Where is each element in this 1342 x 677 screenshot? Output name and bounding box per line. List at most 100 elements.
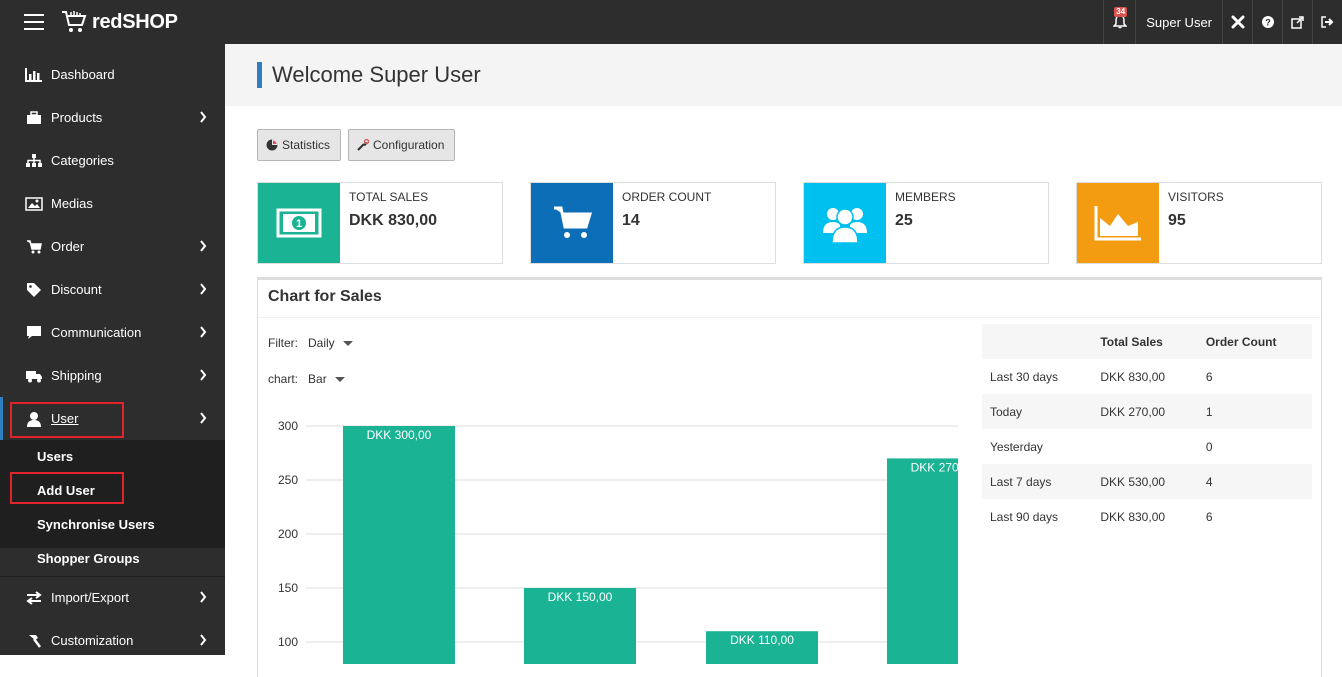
statistics-button[interactable]: Statistics [257,129,342,161]
configuration-button[interactable]: Configuration [348,129,456,161]
sidebar-item-discount[interactable]: Discount [0,268,225,311]
bar-data-label: DKK 150,00 [548,590,613,604]
tag-icon [24,282,44,298]
chart-type-select[interactable]: Bar [308,372,345,386]
stat-value: 95 [1168,212,1186,229]
table-cell: 0 [1205,439,1213,454]
table-header: Order Count [1197,324,1312,359]
stat-visitors: VISITORS 95 [1076,182,1322,264]
cart-icon [24,239,44,254]
joomla-icon [1231,15,1244,29]
sidebar-item-dashboard[interactable]: Dashboard [0,53,225,96]
filter-select[interactable]: Daily [308,336,353,350]
table-cell: 6 [1205,369,1213,384]
stat-label: TOTAL SALES [349,190,429,204]
external-link-button[interactable] [1282,0,1312,44]
joomla-button[interactable] [1222,0,1252,44]
sidebar-item-label: Import/Export [51,590,130,605]
pie-chart-icon [266,139,278,151]
chart-type-value: Bar [308,372,327,386]
sales-bar-chart: 300 250 200 150 100 DKK 300,00 DKK 150,00 DKK 1… [258,404,958,664]
sidebar-item-label: Shipping [51,368,102,383]
cart-logo-icon [62,11,87,32]
highlight-box [10,472,124,504]
comment-icon [24,325,44,340]
sidebar-item-shipping[interactable]: Shipping [0,354,225,397]
y-tick-label: 250 [278,473,298,487]
chart-bar[interactable] [887,458,958,664]
sidebar-item-label: Categories [51,153,114,168]
sidebar-item-communication[interactable]: Communication [0,311,225,354]
chevron-right-icon [200,111,207,123]
table-cell: Last 30 days [990,369,1059,384]
svg-text:?: ? [1265,18,1271,28]
sidebar-item-categories[interactable]: Categories [0,139,225,182]
table-cell: 4 [1197,464,1312,499]
table-header: Total Sales [1092,324,1198,359]
stat-label: VISITORS [1168,190,1224,204]
menu-toggle-icon[interactable] [24,14,44,30]
logout-button[interactable] [1312,0,1342,44]
page-title: Welcome Super User [257,62,481,88]
sidebar-item-medias[interactable]: Medias [0,182,225,225]
sales-chart-panel: Chart for Sales Filter: Daily chart: Bar… [257,277,1322,677]
chevron-right-icon [200,634,207,646]
filter-row: Filter: Daily [268,336,353,350]
chart-bar[interactable] [343,426,455,664]
submenu-item-users[interactable]: Users [37,449,73,464]
y-tick-label: 300 [278,419,298,433]
highlight-box [10,402,124,438]
table-cell: Today [982,394,1093,429]
sidebar-item-order[interactable]: Order [0,225,225,268]
sitemap-icon [24,153,44,168]
external-link-icon [1291,15,1304,29]
table-row: Yesterday 0 [982,429,1312,464]
table-cell: DKK 830,00 [1100,509,1166,524]
wrench-icon [357,139,369,151]
app-logo[interactable]: redSHOP [60,8,178,36]
top-right-actions: 34 Super User ? [1103,0,1342,44]
notifications-button[interactable]: 34 [1103,0,1135,44]
sidebar-item-products[interactable]: Products [0,96,225,139]
sidebar-item-label: Order [51,239,85,254]
y-tick-label: 200 [278,527,298,541]
filter-value: Daily [308,336,335,350]
top-bar: redSHOP 34 Super User ? [0,0,1342,44]
table-cell [1092,429,1198,464]
sales-summary-table: Total Sales Order Count Last 30 days DKK… [982,324,1312,534]
table-row: Last 7 days DKK 530,00 4 [982,464,1312,499]
notification-badge: 34 [1114,7,1128,17]
stat-order-count: ORDER COUNT 14 [530,182,776,264]
chevron-right-icon [200,326,207,338]
table-cell: Yesterday [990,439,1043,454]
cart-icon [531,183,613,263]
chart-type-row: chart: Bar [268,372,345,386]
chevron-right-icon [200,240,207,252]
table-row: Last 30 days DKK 830,00 6 [982,359,1312,394]
sidebar-item-import-export[interactable]: Import/Export [0,576,225,619]
table-cell: DKK 530,00 [1092,464,1198,499]
caret-down-icon [334,376,345,382]
stat-members: MEMBERS 25 [803,182,1049,264]
y-tick-label: 100 [278,635,298,649]
exchange-icon [24,590,44,605]
stat-value: 14 [622,212,640,229]
caret-down-icon [342,340,353,346]
sidebar-item-customization[interactable]: Customization [0,619,225,662]
table-cell: Last 7 days [982,464,1093,499]
sidebar-item-label: Communication [51,325,142,340]
user-menu[interactable]: Super User [1135,0,1222,44]
statistics-label: Statistics [282,138,331,152]
submenu-item-synchronise-users[interactable]: Synchronise Users [37,517,155,532]
panel-title: Chart for Sales [268,288,382,305]
chevron-right-icon [200,283,207,295]
table-row: Last 90 days DKK 830,00 6 [982,499,1312,534]
bar-data-label: DKK 300,00 [367,428,432,442]
submenu-item-shopper-groups[interactable]: Shopper Groups [37,551,140,566]
svg-text:1: 1 [296,218,302,230]
area-chart-icon [1077,183,1159,263]
help-button[interactable]: ? [1252,0,1282,44]
stat-total-sales: 1 TOTAL SALES DKK 830,00 [257,182,503,264]
table-header [982,324,1093,359]
bar-data-label: DKK 110,00 [730,633,794,647]
